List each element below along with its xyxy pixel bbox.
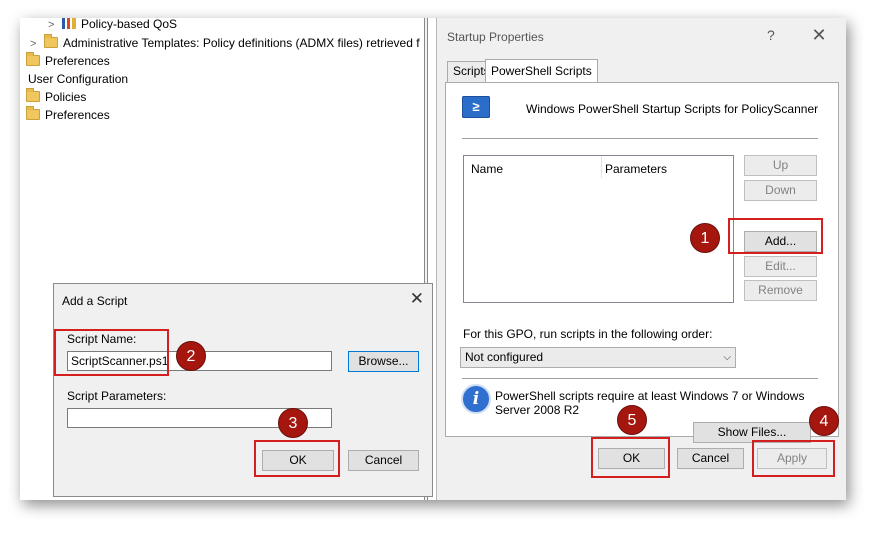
folder-icon (44, 34, 58, 48)
tree-item-label: Preferences (45, 54, 110, 68)
chevron-right-icon[interactable]: > (30, 35, 44, 53)
chart-icon (62, 18, 76, 29)
highlight-apply (752, 440, 835, 477)
info-icon: i (461, 384, 491, 414)
tree-item-label: User Configuration (28, 72, 129, 86)
script-parameters-label: Script Parameters: (67, 389, 167, 403)
tree-item-policies[interactable]: Policies (26, 88, 86, 106)
powershell-icon: ≥ (462, 96, 490, 118)
callout-3: 3 (278, 408, 308, 438)
callout-2: 2 (176, 341, 206, 371)
tree-item-label: Administrative Templates: Policy definit… (63, 36, 420, 50)
cancel-button[interactable]: Cancel (677, 448, 744, 469)
chevron-right-icon[interactable]: > (48, 18, 62, 34)
tree-item-label: Preferences (45, 108, 110, 122)
run-order-label: For this GPO, run scripts in the followi… (463, 327, 713, 341)
tree-item-preferences-user[interactable]: Preferences (26, 106, 110, 124)
powershell-scripts-panel: ≥ Windows PowerShell Startup Scripts for… (445, 82, 839, 443)
tree-item-preferences-computer[interactable]: Preferences (26, 52, 110, 70)
folder-icon (26, 52, 40, 66)
close-icon[interactable]: ✕ (410, 289, 424, 309)
divider (462, 378, 818, 379)
close-icon[interactable]: ✕ (809, 25, 829, 45)
tree-item-admin-templates[interactable]: > Administrative Templates: Policy defini… (30, 34, 420, 52)
remove-button[interactable]: Remove (744, 280, 817, 301)
highlight-properties-ok (591, 437, 670, 478)
tab-powershell-scripts[interactable]: PowerShell Scripts (485, 59, 598, 83)
panel-heading: Windows PowerShell Startup Scripts for P… (526, 102, 819, 116)
down-button[interactable]: Down (744, 180, 817, 201)
tree-item-policy-qos[interactable]: > Policy-based QoS (48, 18, 177, 33)
browse-button[interactable]: Browse... (348, 351, 419, 372)
column-separator[interactable] (601, 156, 602, 178)
chevron-down-icon: ⌵ (723, 352, 731, 363)
add-script-dialog: Add a Script ✕ Script Name: ScriptScanne… (53, 283, 433, 497)
tree-item-label: Policy-based QoS (81, 18, 178, 31)
dialog-title: Add a Script (62, 294, 128, 308)
highlight-add (728, 218, 823, 254)
tree-item-label: Policies (45, 90, 87, 104)
highlight-script-name (54, 329, 169, 376)
dialog-title: Startup Properties (447, 30, 544, 44)
column-header-name[interactable]: Name (471, 162, 503, 176)
folder-icon (26, 88, 40, 102)
screenshot-frame: > Policy-based QoS > Administrative Templa… (20, 18, 846, 500)
run-order-select[interactable]: Not configured ⌵ (460, 347, 736, 368)
highlight-add-script-ok (254, 440, 340, 477)
info-message: PowerShell scripts require at least Wind… (495, 389, 805, 417)
folder-icon (26, 106, 40, 120)
up-button[interactable]: Up (744, 155, 817, 176)
callout-5: 5 (617, 405, 647, 435)
tree-item-user-configuration[interactable]: User Configuration (28, 70, 128, 88)
callout-4: 4 (809, 406, 839, 436)
divider (462, 138, 818, 139)
help-icon[interactable]: ? (767, 27, 775, 43)
cancel-button[interactable]: Cancel (348, 450, 419, 471)
edit-button[interactable]: Edit... (744, 256, 817, 277)
column-header-parameters[interactable]: Parameters (605, 162, 667, 176)
run-order-value: Not configured (465, 350, 544, 364)
callout-1: 1 (690, 223, 720, 253)
